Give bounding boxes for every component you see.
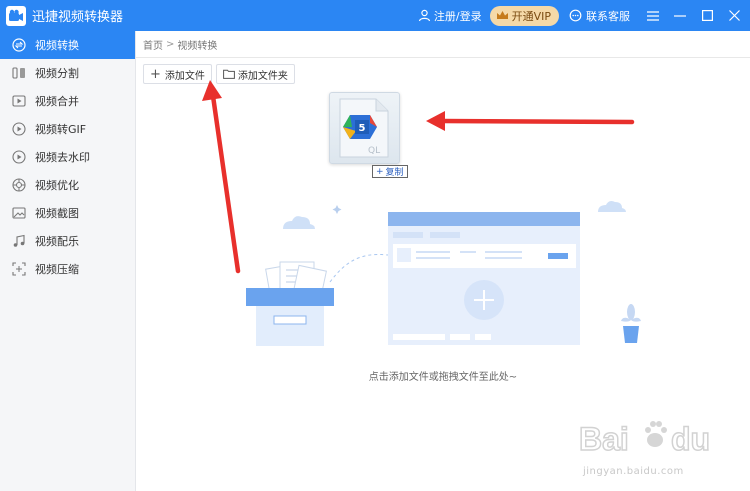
video-file-icon: 5 QL: [339, 98, 389, 158]
copy-label: 复制: [385, 168, 404, 178]
annotation-arrow-left: [426, 111, 635, 131]
drop-hint-text: 点击添加文件或拖拽文件至此处~: [368, 372, 518, 383]
svg-text:Bai: Bai: [579, 421, 629, 457]
annotation-arrow-up: [202, 80, 241, 274]
window-mock-illustration: [388, 212, 580, 345]
svg-text:QL: QL: [368, 146, 380, 156]
watermark-url: jingyan.baidu.com: [583, 466, 684, 477]
file-box-icon: [246, 261, 334, 346]
plus-icon: +: [376, 166, 384, 177]
sparkle-icon: [332, 205, 342, 214]
plant-icon: [621, 304, 641, 343]
copy-drag-tooltip: + 复制: [372, 165, 408, 178]
svg-text:5: 5: [359, 123, 366, 134]
dragged-video-file[interactable]: 5 QL: [329, 92, 400, 164]
dashed-connector: [329, 253, 389, 283]
svg-text:du: du: [671, 421, 710, 457]
